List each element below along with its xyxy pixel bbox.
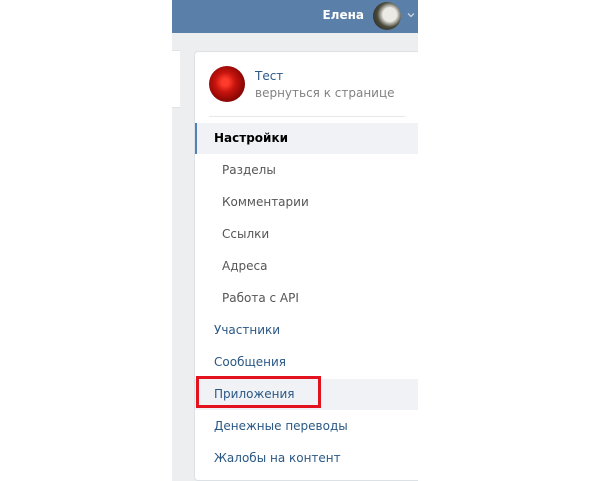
menu-item-apps[interactable]: Приложения [195,379,418,410]
user-name[interactable]: Елена [322,8,364,22]
back-to-page-link[interactable]: вернуться к странице [255,86,395,100]
community-header[interactable]: Тест вернуться к странице [209,66,419,102]
menu-item-addresses[interactable]: Адреса [195,251,418,282]
menu-item-messages[interactable]: Сообщения [195,347,418,378]
community-settings-menu: Тест вернуться к странице Настройки Разд… [194,51,418,481]
top-header: Елена [172,0,418,33]
menu-item-members[interactable]: Участники [195,315,418,346]
menu-item-reports[interactable]: Жалобы на контент [195,443,418,474]
community-avatar[interactable] [209,66,245,102]
menu-item-sections[interactable]: Разделы [195,155,418,186]
menu-item-settings[interactable]: Настройки [195,123,418,154]
user-avatar[interactable] [373,2,401,30]
left-content-panel [172,50,180,108]
menu-item-links[interactable]: Ссылки [195,219,418,250]
menu-item-api[interactable]: Работа с API [195,283,418,314]
menu-item-comments[interactable]: Комментарии [195,187,418,218]
menu-item-money-transfers[interactable]: Денежные переводы [195,411,418,442]
community-name[interactable]: Тест [255,69,283,83]
chevron-down-icon[interactable] [406,10,416,20]
divider [209,116,405,117]
